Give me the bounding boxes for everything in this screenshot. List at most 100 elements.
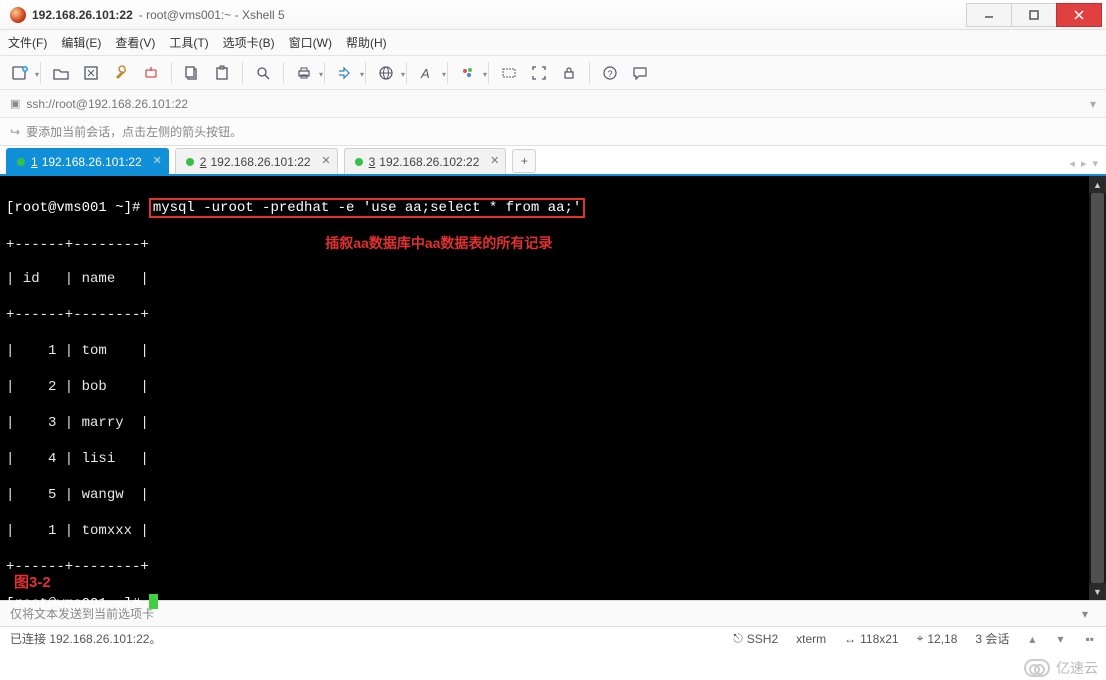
toolbar-sep: [406, 62, 407, 84]
lock-button[interactable]: [557, 61, 581, 85]
toolbar-sep: [589, 62, 590, 84]
highlight-button[interactable]: [497, 61, 521, 85]
transfer-icon: [337, 65, 353, 81]
encoding-button[interactable]: ▾: [374, 61, 398, 85]
disconnect-button[interactable]: [139, 61, 163, 85]
maximize-button[interactable]: [1011, 3, 1057, 27]
table-row: | 1 | tomxxx |: [6, 523, 149, 539]
find-button[interactable]: [251, 61, 275, 85]
toolbar-sep: [171, 62, 172, 84]
svg-text:?: ?: [608, 69, 613, 79]
scroll-up-icon[interactable]: ▲: [1089, 176, 1106, 193]
menu-edit[interactable]: 编辑(E): [61, 34, 101, 51]
reconnect-icon: [83, 65, 99, 81]
tab-nav: ◂ ▸ ▾: [1069, 157, 1098, 170]
folder-icon: [53, 65, 69, 81]
scroll-track[interactable]: [1089, 193, 1106, 583]
menu-view[interactable]: 查看(V): [115, 34, 155, 51]
scrollbar[interactable]: ▲ ▼: [1089, 176, 1106, 600]
menu-tools[interactable]: 工具(T): [169, 34, 208, 51]
xftp-button[interactable]: ▾: [333, 61, 357, 85]
tab-prev-icon[interactable]: ◂: [1069, 157, 1075, 170]
chat-button[interactable]: [628, 61, 652, 85]
tab-number: 2: [200, 155, 207, 169]
table-sep: +------+--------+: [6, 307, 149, 323]
print-button[interactable]: ▾: [292, 61, 316, 85]
sessions-button[interactable]: [49, 61, 73, 85]
scroll-down-icon[interactable]: ▼: [1089, 583, 1106, 600]
prompt: [root@vms001 ~]#: [6, 200, 149, 216]
terminal-pane[interactable]: [root@vms001 ~]# mysql -uroot -predhat -…: [0, 176, 1106, 600]
tab-close-icon[interactable]: ✕: [321, 154, 330, 167]
tab-number: 3: [369, 155, 376, 169]
tab-label: 192.168.26.102:22: [379, 155, 479, 169]
tab-label: 192.168.26.101:22: [42, 155, 142, 169]
maximize-icon: [1029, 10, 1039, 20]
reconnect-button[interactable]: [79, 61, 103, 85]
tab-next-icon[interactable]: ▸: [1081, 157, 1087, 170]
cursor-icon: [149, 594, 158, 609]
new-session-button[interactable]: ▾: [8, 61, 32, 85]
status-dot-icon: [186, 158, 194, 166]
table-row: | 3 | marry |: [6, 415, 149, 431]
printer-icon: [296, 65, 312, 81]
tab-1[interactable]: 1 192.168.26.101:22 ✕: [6, 148, 169, 174]
arrow-add-icon[interactable]: ↪: [10, 125, 20, 139]
minimize-button[interactable]: [966, 3, 1012, 27]
watermark: 亿速云: [1024, 658, 1098, 678]
address-dropdown-icon[interactable]: ▾: [1090, 97, 1096, 111]
menu-window[interactable]: 窗口(W): [289, 34, 332, 51]
new-session-icon: [11, 64, 29, 82]
help-icon: ?: [602, 65, 618, 81]
toolbar-sep: [488, 62, 489, 84]
help-button[interactable]: ?: [598, 61, 622, 85]
tab-2[interactable]: 2 192.168.26.101:22 ✕: [175, 148, 338, 174]
properties-button[interactable]: [109, 61, 133, 85]
watermark-text: 亿速云: [1056, 658, 1098, 678]
toolbar-sep: [324, 62, 325, 84]
tab-label: 192.168.26.101:22: [210, 155, 310, 169]
toolbar-sep: [283, 62, 284, 84]
fullscreen-button[interactable]: [527, 61, 551, 85]
prompt: [root@vms001 ~]#: [6, 596, 149, 612]
table-header: | id | name |: [6, 271, 149, 287]
color-button[interactable]: ▾: [456, 61, 480, 85]
copy-icon: [184, 65, 200, 81]
watermark-icon: [1024, 659, 1050, 677]
address-bar[interactable]: ▣ ssh://root@192.168.26.101:22 ▾: [0, 90, 1106, 118]
toolbar-sep: [447, 62, 448, 84]
svg-text:A: A: [420, 66, 430, 81]
status-dot-icon: [355, 158, 363, 166]
minimize-icon: [984, 10, 994, 20]
font-button[interactable]: A ▾: [415, 61, 439, 85]
menu-tab[interactable]: 选项卡(B): [223, 34, 275, 51]
wrench-icon: [113, 65, 129, 81]
search-icon: [255, 65, 271, 81]
app-icon: [10, 7, 26, 23]
toolbar-sep: [365, 62, 366, 84]
scroll-thumb[interactable]: [1091, 193, 1104, 583]
chat-icon: [632, 65, 648, 81]
terminal-output: [root@vms001 ~]# mysql -uroot -predhat -…: [0, 176, 1106, 652]
disconnect-icon: [143, 65, 159, 81]
tab-close-icon[interactable]: ✕: [490, 154, 499, 167]
toolbar-sep: [40, 62, 41, 84]
new-tab-button[interactable]: +: [512, 149, 536, 173]
titlebar: 192.168.26.101:22 - root@vms001:~ - Xshe…: [0, 0, 1106, 30]
window-title: 192.168.26.101:22: [32, 8, 133, 22]
status-dot-icon: [17, 158, 25, 166]
tab-list-icon[interactable]: ▾: [1092, 157, 1098, 170]
menu-help[interactable]: 帮助(H): [346, 34, 387, 51]
menu-file[interactable]: 文件(F): [8, 34, 47, 51]
tab-close-icon[interactable]: ✕: [153, 154, 162, 167]
window-subtitle: - root@vms001:~ - Xshell 5: [139, 8, 285, 22]
tab-3[interactable]: 3 192.168.26.102:22 ✕: [344, 148, 507, 174]
fullscreen-icon: [531, 65, 547, 81]
close-icon: [1074, 10, 1084, 20]
copy-button[interactable]: [180, 61, 204, 85]
toolbar: ▾ ▾ ▾ ▾ A ▾ ▾: [0, 56, 1106, 90]
select-icon: [501, 65, 517, 81]
font-icon: A: [419, 65, 435, 81]
close-button[interactable]: [1056, 3, 1102, 27]
paste-button[interactable]: [210, 61, 234, 85]
